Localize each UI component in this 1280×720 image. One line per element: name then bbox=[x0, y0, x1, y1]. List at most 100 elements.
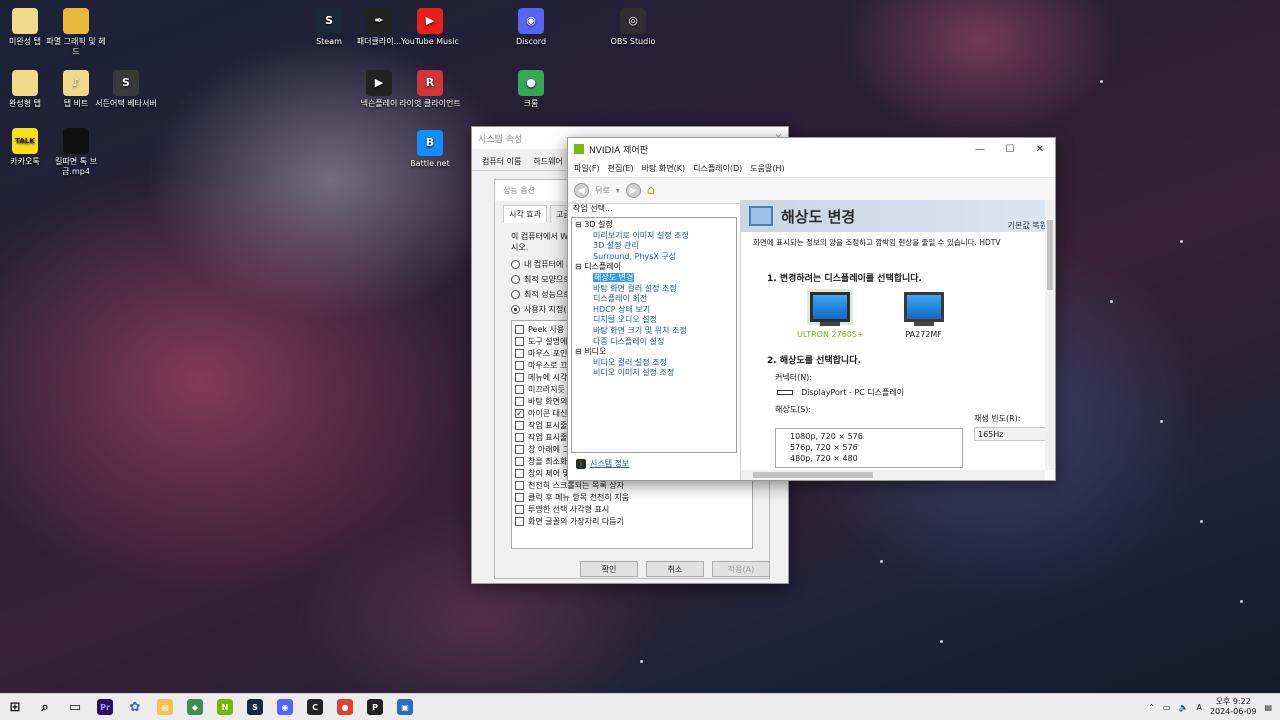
explorer-taskbar-button[interactable]: ▤ bbox=[150, 694, 180, 720]
maximize-icon[interactable]: ☐ bbox=[995, 138, 1025, 160]
dropdown-arrow-icon[interactable]: ▾ bbox=[616, 186, 620, 195]
menu-item[interactable]: 편집(E) bbox=[608, 163, 634, 174]
tab-computer-name[interactable]: 컴퓨터 이름 bbox=[478, 153, 525, 170]
tree-item[interactable]: 미리보기로 이미지 설정 조정 bbox=[575, 231, 733, 242]
checkbox[interactable] bbox=[515, 492, 524, 502]
input-language-indicator[interactable]: A bbox=[1196, 703, 1201, 712]
desktop-icon[interactable]: ◎ OBS Studio bbox=[600, 8, 666, 47]
checkbox[interactable]: ✓ bbox=[515, 408, 524, 418]
ok-button[interactable]: 확인 bbox=[580, 561, 638, 577]
app3-taskbar-button[interactable]: C bbox=[300, 694, 330, 720]
checkbox[interactable] bbox=[515, 432, 524, 442]
tree-item[interactable]: 해상도 변경 bbox=[575, 272, 733, 284]
sysprops-taskbar-button[interactable]: ▣ bbox=[390, 694, 420, 720]
home-icon[interactable]: ⌂ bbox=[647, 183, 655, 198]
tree-item[interactable]: 디스플레이 회전 bbox=[575, 294, 733, 305]
desktop-icon[interactable]: 킬따면 톡 브금.mp4 bbox=[43, 128, 109, 177]
apply-button[interactable]: 적용(A) bbox=[712, 561, 770, 577]
resolution-option[interactable]: 576p, 720 × 576 bbox=[790, 442, 962, 453]
desktop-icon[interactable]: R 라이엇 클라이언트 bbox=[397, 70, 463, 109]
steam-taskbar-button[interactable]: S bbox=[240, 694, 270, 720]
minimize-icon[interactable]: — bbox=[965, 138, 995, 160]
volume-icon[interactable]: 🔈 bbox=[1178, 703, 1188, 712]
tree-item[interactable]: 비디오 이미지 설정 조정 bbox=[575, 368, 733, 379]
tree-category[interactable]: ⊟ 비디오 bbox=[575, 347, 733, 358]
close-icon[interactable]: ✕ bbox=[1025, 138, 1055, 160]
forward-arrow-icon[interactable]: ▶ bbox=[625, 183, 641, 198]
back-arrow-icon[interactable]: ◀ bbox=[574, 183, 589, 198]
effect-checkbox-row[interactable]: 투명한 선택 사각형 표시 bbox=[512, 503, 752, 515]
tray-chevron-icon[interactable]: ⌃ bbox=[1148, 703, 1155, 712]
app-taskbar-button[interactable]: ✿ bbox=[120, 694, 150, 720]
resolution-option[interactable]: 1080p, 720 × 576 bbox=[790, 431, 962, 442]
tree-category[interactable]: ⊟ 3D 설정 bbox=[575, 220, 733, 231]
desktop-icon[interactable]: ▶ YouTube Music bbox=[397, 8, 463, 47]
tab-hardware[interactable]: 하드웨어 bbox=[529, 153, 566, 170]
chrome-taskbar-button[interactable]: ● bbox=[330, 694, 360, 720]
nvidia-taskbar-button[interactable]: N bbox=[210, 694, 240, 720]
premiere-taskbar-button[interactable]: Pr bbox=[90, 694, 120, 720]
tree-item[interactable]: 디지털 오디오 설정 bbox=[575, 315, 733, 326]
menu-item[interactable]: 바탕 화면(K) bbox=[642, 163, 685, 174]
checkbox[interactable] bbox=[515, 384, 524, 394]
system-info-link[interactable]: i 시스템 정보 bbox=[576, 458, 629, 469]
menu-item[interactable]: 도움말(H) bbox=[750, 163, 784, 174]
radio-button[interactable] bbox=[511, 305, 520, 314]
back-label[interactable]: 뒤로 bbox=[595, 185, 610, 196]
checkbox[interactable] bbox=[515, 396, 524, 406]
checkbox[interactable] bbox=[515, 480, 524, 490]
nexon-taskbar-button[interactable]: P bbox=[360, 694, 390, 720]
radio-button[interactable] bbox=[511, 290, 520, 299]
tree-item[interactable]: Surround, PhysX 구성 bbox=[575, 252, 733, 263]
desktop-icon[interactable]: ● 크롬 bbox=[498, 70, 564, 109]
checkbox[interactable] bbox=[515, 336, 524, 346]
display-option[interactable]: PA272MF bbox=[903, 292, 944, 339]
effect-checkbox-row[interactable]: 클릭 후 메뉴 항목 천천히 지움 bbox=[512, 491, 752, 503]
refresh-rate-select[interactable]: 165Hz bbox=[974, 427, 1054, 441]
resolution-list[interactable]: 1080p, 720 × 576 576p, 720 × 576 480p, 720… bbox=[775, 428, 963, 468]
checkbox[interactable] bbox=[515, 324, 524, 334]
checkbox[interactable] bbox=[515, 504, 524, 514]
vertical-scrollbar[interactable] bbox=[1045, 200, 1055, 470]
tree-item[interactable]: 바탕 화면 크기 및 위치 조정 bbox=[575, 326, 733, 337]
resolution-option[interactable]: 480p, 720 × 480 bbox=[790, 453, 962, 464]
cancel-button[interactable]: 취소 bbox=[646, 561, 704, 577]
checkbox[interactable] bbox=[515, 444, 524, 454]
checkbox[interactable] bbox=[515, 348, 524, 358]
tree-item[interactable]: 비디오 컬러 설정 조정 bbox=[575, 358, 733, 369]
clock[interactable]: 오후 9:22 2024-06-09 bbox=[1210, 697, 1257, 717]
checkbox[interactable] bbox=[515, 372, 524, 382]
sparkle bbox=[1110, 300, 1113, 303]
tree-item[interactable]: 바탕 화면 컬러 설정 조정 bbox=[575, 284, 733, 295]
radio-button[interactable] bbox=[511, 260, 520, 269]
tree-item[interactable]: 3D 설정 관리 bbox=[575, 241, 733, 252]
effect-checkbox-row[interactable]: 화면 글꼴의 가장자리 다듬기 bbox=[512, 515, 752, 527]
desktop-icon[interactable]: B Battle.net bbox=[397, 130, 463, 169]
checkbox[interactable] bbox=[515, 360, 524, 370]
desktop-icon[interactable]: 파멸 그래픽 및 헤드 bbox=[43, 8, 109, 57]
desktop-icon[interactable]: ◉ Discord bbox=[498, 8, 564, 47]
tab-visual-effects[interactable]: 시각 효과 bbox=[503, 205, 547, 223]
checkbox[interactable] bbox=[515, 468, 524, 478]
notification-icon[interactable]: ▤ bbox=[1264, 703, 1272, 712]
discord-taskbar-button[interactable]: ◉ bbox=[270, 694, 300, 720]
display-option[interactable]: ULTRON 2760S+ bbox=[797, 292, 864, 339]
radio-button[interactable] bbox=[511, 275, 520, 284]
checkbox[interactable] bbox=[515, 420, 524, 430]
desktop-icon[interactable]: S 서든어택 베타서버 bbox=[93, 70, 159, 109]
tree-item[interactable]: HDCP 상태 보기 bbox=[575, 305, 733, 316]
task-view-taskbar-button[interactable]: ▭ bbox=[60, 694, 90, 720]
menu-item[interactable]: 디스플레이(D) bbox=[693, 163, 742, 174]
search-taskbar-button[interactable]: ⌕ bbox=[30, 694, 60, 720]
start-taskbar-button[interactable]: ⊞ bbox=[0, 694, 30, 720]
tree-item[interactable]: 다중 디스플레이 설정 bbox=[575, 337, 733, 348]
network-icon[interactable]: ▭ bbox=[1163, 703, 1171, 712]
app2-taskbar-button[interactable]: ◆ bbox=[180, 694, 210, 720]
tree-category[interactable]: ⊟ 디스플레이 bbox=[575, 262, 733, 273]
checkbox[interactable] bbox=[515, 516, 524, 526]
menu-item[interactable]: 파일(F) bbox=[574, 163, 600, 174]
horizontal-scrollbar[interactable] bbox=[741, 470, 1045, 480]
restore-defaults-link[interactable]: 기본값 복원 bbox=[1008, 220, 1047, 231]
checkbox[interactable] bbox=[515, 456, 524, 466]
tree-label: ⊟ 디스플레이 bbox=[575, 262, 622, 272]
